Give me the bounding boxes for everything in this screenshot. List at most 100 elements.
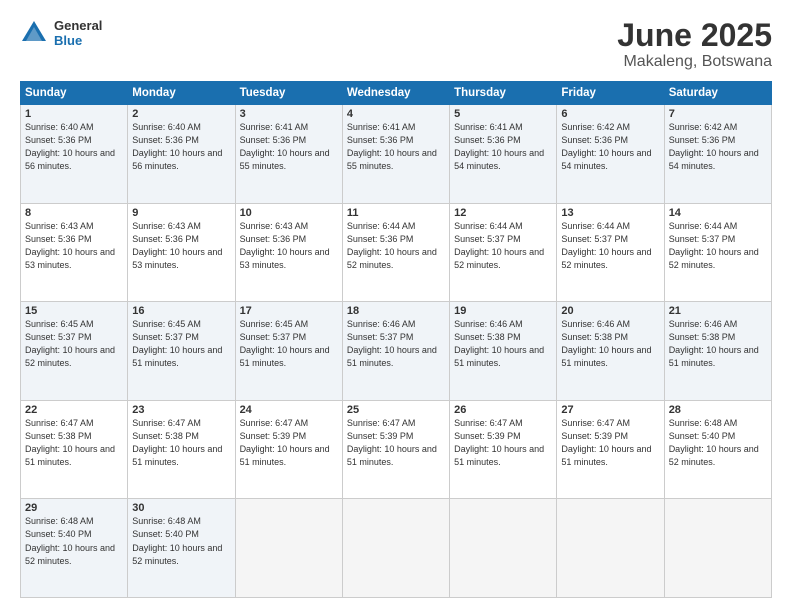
day-number: 4 <box>347 108 445 120</box>
week-row-3: 15Sunrise: 6:45 AMSunset: 5:37 PMDayligh… <box>21 302 772 401</box>
day-info: Sunrise: 6:42 AMSunset: 5:36 PMDaylight:… <box>669 121 767 173</box>
calendar-cell: 1Sunrise: 6:40 AMSunset: 5:36 PMDaylight… <box>21 105 128 204</box>
day-info: Sunrise: 6:44 AMSunset: 5:37 PMDaylight:… <box>561 220 659 272</box>
day-number: 21 <box>669 305 767 317</box>
day-info: Sunrise: 6:44 AMSunset: 5:37 PMDaylight:… <box>454 220 552 272</box>
day-number: 6 <box>561 108 659 120</box>
title-block: June 2025 Makaleng, Botswana <box>617 18 772 71</box>
calendar-cell: 15Sunrise: 6:45 AMSunset: 5:37 PMDayligh… <box>21 302 128 401</box>
calendar-cell: 8Sunrise: 6:43 AMSunset: 5:36 PMDaylight… <box>21 203 128 302</box>
day-number: 20 <box>561 305 659 317</box>
logo-icon <box>20 19 48 47</box>
day-number: 17 <box>240 305 338 317</box>
day-info: Sunrise: 6:45 AMSunset: 5:37 PMDaylight:… <box>25 318 123 370</box>
day-info: Sunrise: 6:43 AMSunset: 5:36 PMDaylight:… <box>25 220 123 272</box>
day-number: 2 <box>132 108 230 120</box>
day-header-sunday: Sunday <box>21 82 128 105</box>
day-headers-row: SundayMondayTuesdayWednesdayThursdayFrid… <box>21 82 772 105</box>
logo: General Blue <box>20 18 102 48</box>
calendar-cell <box>557 499 664 598</box>
day-number: 29 <box>25 502 123 514</box>
day-number: 15 <box>25 305 123 317</box>
calendar-cell: 25Sunrise: 6:47 AMSunset: 5:39 PMDayligh… <box>342 400 449 499</box>
calendar-cell: 9Sunrise: 6:43 AMSunset: 5:36 PMDaylight… <box>128 203 235 302</box>
day-info: Sunrise: 6:48 AMSunset: 5:40 PMDaylight:… <box>669 417 767 469</box>
day-info: Sunrise: 6:47 AMSunset: 5:39 PMDaylight:… <box>347 417 445 469</box>
calendar-cell: 5Sunrise: 6:41 AMSunset: 5:36 PMDaylight… <box>450 105 557 204</box>
calendar-cell: 28Sunrise: 6:48 AMSunset: 5:40 PMDayligh… <box>664 400 771 499</box>
logo-general-label: General <box>54 18 102 33</box>
calendar-cell: 16Sunrise: 6:45 AMSunset: 5:37 PMDayligh… <box>128 302 235 401</box>
week-row-1: 1Sunrise: 6:40 AMSunset: 5:36 PMDaylight… <box>21 105 772 204</box>
day-number: 26 <box>454 404 552 416</box>
day-number: 13 <box>561 207 659 219</box>
day-info: Sunrise: 6:43 AMSunset: 5:36 PMDaylight:… <box>240 220 338 272</box>
day-info: Sunrise: 6:41 AMSunset: 5:36 PMDaylight:… <box>240 121 338 173</box>
calendar-cell: 10Sunrise: 6:43 AMSunset: 5:36 PMDayligh… <box>235 203 342 302</box>
calendar-cell: 4Sunrise: 6:41 AMSunset: 5:36 PMDaylight… <box>342 105 449 204</box>
logo-blue-label: Blue <box>54 33 102 48</box>
day-info: Sunrise: 6:47 AMSunset: 5:39 PMDaylight:… <box>240 417 338 469</box>
day-number: 3 <box>240 108 338 120</box>
day-number: 28 <box>669 404 767 416</box>
day-header-thursday: Thursday <box>450 82 557 105</box>
day-number: 12 <box>454 207 552 219</box>
header: General Blue June 2025 Makaleng, Botswan… <box>20 18 772 71</box>
day-info: Sunrise: 6:47 AMSunset: 5:38 PMDaylight:… <box>132 417 230 469</box>
week-row-5: 29 Sunrise: 6:48 AMSunset: 5:40 PMDayligh… <box>21 499 772 598</box>
calendar-cell <box>235 499 342 598</box>
day-header-friday: Friday <box>557 82 664 105</box>
day-number: 25 <box>347 404 445 416</box>
day-info: Sunrise: 6:46 AMSunset: 5:37 PMDaylight:… <box>347 318 445 370</box>
calendar-cell: 11Sunrise: 6:44 AMSunset: 5:36 PMDayligh… <box>342 203 449 302</box>
day-info: Sunrise: 6:47 AMSunset: 5:39 PMDaylight:… <box>561 417 659 469</box>
day-number: 9 <box>132 207 230 219</box>
calendar-cell: 17Sunrise: 6:45 AMSunset: 5:37 PMDayligh… <box>235 302 342 401</box>
day-number: 5 <box>454 108 552 120</box>
calendar-cell <box>450 499 557 598</box>
calendar-cell: 27Sunrise: 6:47 AMSunset: 5:39 PMDayligh… <box>557 400 664 499</box>
day-info: Sunrise: 6:48 AMSunset: 5:40 PMDaylight:… <box>132 515 230 567</box>
day-number: 7 <box>669 108 767 120</box>
day-info: Sunrise: 6:44 AMSunset: 5:37 PMDaylight:… <box>669 220 767 272</box>
day-info: Sunrise: 6:41 AMSunset: 5:36 PMDaylight:… <box>347 121 445 173</box>
day-info: Sunrise: 6:42 AMSunset: 5:36 PMDaylight:… <box>561 121 659 173</box>
week-row-4: 22Sunrise: 6:47 AMSunset: 5:38 PMDayligh… <box>21 400 772 499</box>
day-header-wednesday: Wednesday <box>342 82 449 105</box>
calendar-cell: 3Sunrise: 6:41 AMSunset: 5:36 PMDaylight… <box>235 105 342 204</box>
day-number: 24 <box>240 404 338 416</box>
calendar-cell: 13Sunrise: 6:44 AMSunset: 5:37 PMDayligh… <box>557 203 664 302</box>
calendar-table: SundayMondayTuesdayWednesdayThursdayFrid… <box>20 81 772 598</box>
calendar-cell: 7Sunrise: 6:42 AMSunset: 5:36 PMDaylight… <box>664 105 771 204</box>
calendar-cell: 23Sunrise: 6:47 AMSunset: 5:38 PMDayligh… <box>128 400 235 499</box>
day-number: 18 <box>347 305 445 317</box>
day-info: Sunrise: 6:44 AMSunset: 5:36 PMDaylight:… <box>347 220 445 272</box>
page: General Blue June 2025 Makaleng, Botswan… <box>0 0 792 612</box>
day-number: 11 <box>347 207 445 219</box>
day-number: 8 <box>25 207 123 219</box>
day-info: Sunrise: 6:45 AMSunset: 5:37 PMDaylight:… <box>132 318 230 370</box>
calendar-cell: 29Sunrise: 6:48 AMSunset: 5:40 PMDayligh… <box>21 499 128 598</box>
day-header-monday: Monday <box>128 82 235 105</box>
day-number: 1 <box>25 108 123 120</box>
calendar-cell: 2Sunrise: 6:40 AMSunset: 5:36 PMDaylight… <box>128 105 235 204</box>
calendar-cell: 20Sunrise: 6:46 AMSunset: 5:38 PMDayligh… <box>557 302 664 401</box>
day-info: Sunrise: 6:46 AMSunset: 5:38 PMDaylight:… <box>561 318 659 370</box>
day-info: Sunrise: 6:40 AMSunset: 5:36 PMDaylight:… <box>25 121 123 173</box>
calendar-subtitle: Makaleng, Botswana <box>617 53 772 71</box>
day-number: 10 <box>240 207 338 219</box>
day-number: 22 <box>25 404 123 416</box>
day-info: Sunrise: 6:46 AMSunset: 5:38 PMDaylight:… <box>454 318 552 370</box>
day-header-saturday: Saturday <box>664 82 771 105</box>
calendar-cell: 18Sunrise: 6:46 AMSunset: 5:37 PMDayligh… <box>342 302 449 401</box>
day-info: Sunrise: 6:47 AMSunset: 5:38 PMDaylight:… <box>25 417 123 469</box>
day-info: Sunrise: 6:46 AMSunset: 5:38 PMDaylight:… <box>669 318 767 370</box>
day-info: Sunrise: 6:47 AMSunset: 5:39 PMDaylight:… <box>454 417 552 469</box>
day-number: 19 <box>454 305 552 317</box>
calendar-cell: 21Sunrise: 6:46 AMSunset: 5:38 PMDayligh… <box>664 302 771 401</box>
day-number: 16 <box>132 305 230 317</box>
calendar-cell: 14Sunrise: 6:44 AMSunset: 5:37 PMDayligh… <box>664 203 771 302</box>
day-info: Sunrise: 6:43 AMSunset: 5:36 PMDaylight:… <box>132 220 230 272</box>
calendar-cell: 12Sunrise: 6:44 AMSunset: 5:37 PMDayligh… <box>450 203 557 302</box>
calendar-cell: 24Sunrise: 6:47 AMSunset: 5:39 PMDayligh… <box>235 400 342 499</box>
